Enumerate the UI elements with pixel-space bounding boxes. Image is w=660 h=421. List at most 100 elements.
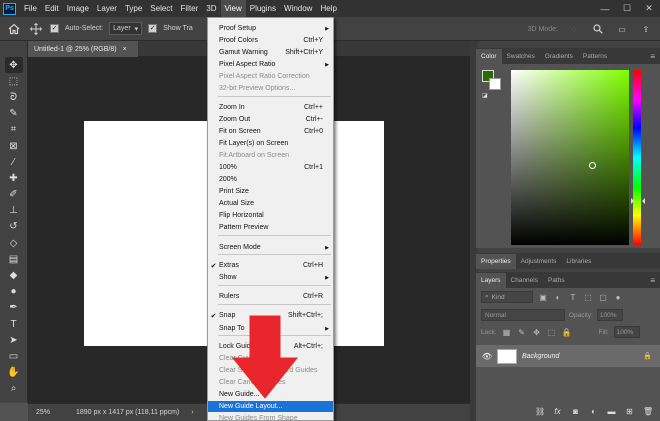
menu-item-100[interactable]: 100% Ctrl+1 bbox=[208, 162, 333, 173]
menu-item-extras[interactable]: ✔ Extras Ctrl+H bbox=[208, 260, 333, 271]
menu-layer[interactable]: Layer bbox=[93, 0, 121, 17]
color-picker-field[interactable] bbox=[511, 70, 629, 245]
tab-paths[interactable]: Paths bbox=[543, 273, 570, 288]
close-tab-icon[interactable]: × bbox=[123, 46, 127, 53]
link-layers-icon[interactable]: ⛓ bbox=[535, 407, 545, 416]
lock-position-icon[interactable]: ✥ bbox=[532, 327, 542, 337]
history-brush-tool-icon[interactable]: ↺ bbox=[5, 219, 23, 235]
auto-select-target-dropdown[interactable]: Layer ▾ bbox=[109, 22, 143, 35]
pixel-filter-icon[interactable]: ▣ bbox=[538, 292, 548, 302]
lasso-tool-icon[interactable]: ᘐ bbox=[5, 89, 23, 105]
menu-item-proof-setup[interactable]: Proof Setup ▶ bbox=[208, 23, 333, 34]
layer-mask-icon[interactable]: ◙ bbox=[571, 407, 580, 416]
menu-item-32-bit-preview-options[interactable]: 32-bit Preview Options... bbox=[208, 83, 333, 94]
menu-item-screen-mode[interactable]: Screen Mode ▶ bbox=[208, 242, 333, 253]
type-filter-icon[interactable]: T bbox=[568, 292, 578, 302]
menu-type[interactable]: Type bbox=[121, 0, 146, 17]
hue-slider[interactable] bbox=[633, 70, 641, 245]
menu-item-pattern-preview[interactable]: Pattern Preview bbox=[208, 222, 333, 233]
maximize-button[interactable]: ☐ bbox=[616, 0, 638, 17]
adjustment-filter-icon[interactable]: ◐ bbox=[553, 292, 563, 302]
color-picker-cursor[interactable] bbox=[589, 162, 596, 169]
panel-menu-icon[interactable]: ≡ bbox=[650, 49, 660, 64]
default-colors-icon[interactable]: ◪ bbox=[482, 92, 488, 99]
menu-item-zoom-in[interactable]: Zoom In Ctrl++ bbox=[208, 102, 333, 113]
close-button[interactable]: ✕ bbox=[638, 0, 660, 17]
hue-slider-handle-right[interactable] bbox=[642, 198, 645, 204]
menu-item-show[interactable]: Show ▶ bbox=[208, 272, 333, 283]
menu-item-new-guide-layout[interactable]: New Guide Layout... bbox=[208, 401, 333, 413]
layer-style-icon[interactable]: fx bbox=[553, 407, 562, 416]
menu-item-zoom-out[interactable]: Zoom Out Ctrl+- bbox=[208, 114, 333, 125]
menu-3d[interactable]: 3D bbox=[202, 0, 220, 17]
share-icon[interactable]: ⇪ bbox=[638, 21, 654, 37]
menu-help[interactable]: Help bbox=[316, 0, 340, 17]
tab-adjustments[interactable]: Adjustments bbox=[516, 254, 562, 269]
tab-swatches[interactable]: Swatches bbox=[502, 49, 540, 64]
lock-pixels-icon[interactable]: ▦ bbox=[502, 327, 512, 337]
pen-tool-icon[interactable]: ✒ bbox=[5, 300, 23, 316]
fill-field[interactable]: 100% bbox=[613, 326, 640, 338]
tab-libraries[interactable]: Libraries bbox=[561, 254, 596, 269]
new-group-icon[interactable]: ▬ bbox=[607, 407, 616, 416]
lock-artboard-icon[interactable]: ⬚ bbox=[547, 327, 557, 337]
document-tab[interactable]: Untitled-1 @ 25% (RGB/8) × bbox=[28, 41, 138, 57]
menu-select[interactable]: Select bbox=[146, 0, 176, 17]
type-tool-icon[interactable]: T bbox=[5, 316, 23, 332]
lock-paint-icon[interactable]: ✎ bbox=[517, 327, 527, 337]
home-icon[interactable] bbox=[6, 21, 22, 37]
eyedropper-tool-icon[interactable]: ⁄ bbox=[5, 154, 23, 170]
lock-all-icon[interactable]: 🔒 bbox=[562, 327, 572, 337]
zoom-level-field[interactable]: 25% bbox=[36, 409, 64, 416]
filter-toggle-icon[interactable]: ● bbox=[613, 292, 623, 302]
menu-item-flip-horizontal[interactable]: Flip Horizontal bbox=[208, 210, 333, 221]
frame-tool-icon[interactable]: ⊠ bbox=[5, 138, 23, 154]
path-select-tool-icon[interactable]: ➤ bbox=[5, 332, 23, 348]
move-tool-icon[interactable] bbox=[28, 21, 44, 37]
hue-slider-handle-left[interactable] bbox=[631, 198, 634, 204]
shape-filter-icon[interactable]: ⬚ bbox=[583, 292, 593, 302]
show-transform-checkbox[interactable]: ✓ bbox=[148, 24, 158, 33]
menu-item-200[interactable]: 200% bbox=[208, 174, 333, 185]
menu-item-rulers[interactable]: Rulers Ctrl+R bbox=[208, 291, 333, 302]
gradient-tool-icon[interactable]: ▤ bbox=[5, 251, 23, 267]
document-info[interactable]: 1890 px x 1417 px (118,11 ppcm) bbox=[76, 409, 179, 416]
tab-gradients[interactable]: Gradients bbox=[540, 49, 578, 64]
rectangle-tool-icon[interactable]: ▭ bbox=[5, 348, 23, 364]
hand-tool-icon[interactable]: ✋ bbox=[5, 365, 23, 381]
menu-item-proof-colors[interactable]: Proof Colors Ctrl+Y bbox=[208, 35, 333, 46]
menu-plugins[interactable]: Plugins bbox=[246, 0, 280, 17]
tab-patterns[interactable]: Patterns bbox=[578, 49, 612, 64]
panel-menu-icon[interactable]: ≡ bbox=[650, 273, 660, 288]
layer-kind-filter[interactable]: ⌕ Kind bbox=[481, 291, 533, 303]
adjustment-layer-icon[interactable]: ◐ bbox=[589, 407, 598, 416]
menu-item-print-size[interactable]: Print Size bbox=[208, 186, 333, 197]
tab-channels[interactable]: Channels bbox=[506, 273, 543, 288]
zoom-tool-icon[interactable]: ⌕ bbox=[5, 381, 23, 397]
3d-orbit-icon[interactable]: ◌ bbox=[566, 21, 582, 37]
eraser-tool-icon[interactable]: ◇ bbox=[5, 235, 23, 251]
blend-mode-dropdown[interactable]: Normal bbox=[481, 309, 565, 321]
tab-color[interactable]: Color bbox=[476, 49, 502, 64]
menu-item-fit-layer-s-on-screen[interactable]: Fit Layer(s) on Screen bbox=[208, 138, 333, 149]
crop-tool-icon[interactable]: ⌗ bbox=[5, 122, 23, 138]
minimize-button[interactable]: — bbox=[594, 0, 616, 17]
blur-tool-icon[interactable]: ◆ bbox=[5, 267, 23, 283]
menu-filter[interactable]: Filter bbox=[177, 0, 203, 17]
menu-item-new-guides-from-shape[interactable]: New Guides From Shape bbox=[208, 413, 333, 421]
brush-tool-icon[interactable]: ✐ bbox=[5, 187, 23, 203]
chevron-right-icon[interactable]: › bbox=[191, 409, 193, 416]
opacity-field[interactable]: 100% bbox=[596, 309, 623, 321]
quick-select-tool-icon[interactable]: ✎ bbox=[5, 106, 23, 122]
menu-item-pixel-aspect-ratio-correction[interactable]: Pixel Aspect Ratio Correction bbox=[208, 71, 333, 82]
menu-item-pixel-aspect-ratio[interactable]: Pixel Aspect Ratio ▶ bbox=[208, 59, 333, 70]
menu-item-fit-artboard-on-screen[interactable]: Fit Artboard on Screen bbox=[208, 150, 333, 161]
new-layer-icon[interactable]: ⊞ bbox=[625, 407, 634, 416]
menu-file[interactable]: File bbox=[20, 0, 41, 17]
search-icon[interactable] bbox=[590, 21, 606, 37]
menu-image[interactable]: Image bbox=[63, 0, 93, 17]
delete-layer-icon[interactable]: 🗑 bbox=[643, 407, 653, 416]
clone-stamp-tool-icon[interactable]: ⊥ bbox=[5, 203, 23, 219]
menu-item-actual-size[interactable]: Actual Size bbox=[208, 198, 333, 209]
menu-view[interactable]: View bbox=[220, 0, 246, 17]
